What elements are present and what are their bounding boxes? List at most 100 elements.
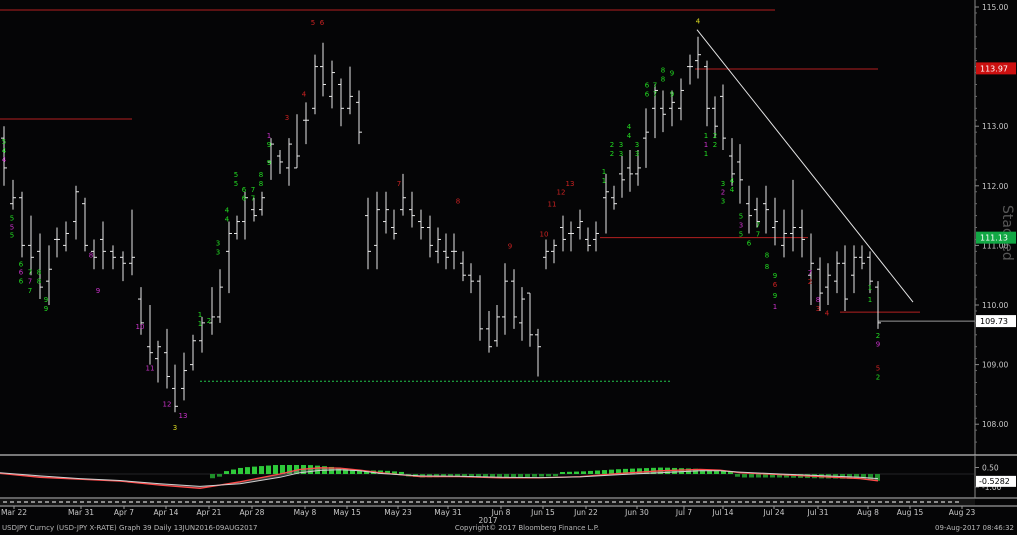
ohlc-bar xyxy=(737,144,743,204)
sequence-count: 7 xyxy=(28,287,32,295)
sequence-count: 3 xyxy=(721,198,725,206)
volume-strip-bar xyxy=(521,501,525,503)
price-tick-label: 113.00 xyxy=(982,122,1008,131)
ohlc-bar xyxy=(619,156,625,198)
sequence-count: 10 xyxy=(540,230,549,238)
macd-histogram-bar xyxy=(259,466,264,474)
volume-strip-bar xyxy=(164,501,168,503)
sequence-count: 1 xyxy=(602,168,606,176)
volume-strip-bar xyxy=(458,501,462,503)
sequence-count: 6 xyxy=(19,260,24,268)
ohlc-bar xyxy=(312,54,318,115)
ohlc-bar xyxy=(234,215,240,240)
volume-strip-bar xyxy=(584,501,588,503)
ohlc-bar xyxy=(54,227,60,258)
volume-strip-bar xyxy=(269,501,273,503)
x-tick-label: Jun 15 xyxy=(530,508,555,517)
ohlc-bar xyxy=(63,221,69,252)
ohlc-bar xyxy=(468,263,474,294)
volume-strip-bar xyxy=(276,501,280,503)
chart-window: { "chart_data": { "type": "ohlc", "price… xyxy=(0,0,1017,535)
volume-strip-bar xyxy=(283,501,287,503)
volume-strip-bar xyxy=(731,501,735,503)
volume-strip-bar xyxy=(647,501,651,503)
volume-strip-bar xyxy=(605,501,609,503)
x-tick-label: Jul 7 xyxy=(675,508,692,517)
volume-strip-bar xyxy=(262,501,266,503)
ohlc-bar xyxy=(164,328,170,389)
volume-strip-bar xyxy=(318,501,322,503)
ohlc-bar xyxy=(155,340,161,383)
ohlc-bar xyxy=(535,328,541,377)
sequence-count: 8 xyxy=(765,263,769,271)
volume-strip-bar xyxy=(346,501,350,503)
sequence-count: 1 xyxy=(868,284,872,292)
volume-strip-bar xyxy=(507,501,511,503)
ohlc-bar xyxy=(37,233,43,300)
volume-strip-bar xyxy=(374,501,378,503)
macd-histogram-bar xyxy=(735,474,740,477)
sequence-count: 6 xyxy=(320,19,325,27)
volume-strip-bar xyxy=(843,501,847,503)
ohlc-bar xyxy=(875,281,881,329)
sequence-count: 4 xyxy=(696,18,701,26)
volume-strip-bar xyxy=(766,501,770,503)
sequence-count: 6 xyxy=(773,281,778,289)
price-tick-label: 109.00 xyxy=(982,361,1008,370)
sequence-count: 11 xyxy=(146,365,155,373)
sequence-count: 5 xyxy=(311,19,315,27)
ohlc-bar xyxy=(627,150,633,192)
volume-strip-bar xyxy=(388,501,392,503)
volume-strip-bar xyxy=(31,501,35,503)
x-tick-label: Mar 22 xyxy=(1,508,27,517)
sequence-count: 8 xyxy=(765,251,769,259)
sequence-count: 12 xyxy=(163,400,172,408)
volume-strip-bar xyxy=(465,501,469,503)
volume-strip-bar xyxy=(430,501,434,503)
ohlc-bar xyxy=(460,251,466,282)
volume-strip-bar xyxy=(829,501,833,503)
volume-strip-bar xyxy=(59,501,63,503)
volume-strip-bar xyxy=(542,501,546,503)
ohlc-bar xyxy=(443,233,449,270)
ohlc-bar xyxy=(409,191,415,228)
sequence-count: 3 xyxy=(619,150,623,158)
ohlc-bar xyxy=(543,239,549,270)
volume-strip-bar xyxy=(808,501,812,503)
macd-histogram-bar xyxy=(518,474,523,478)
sequence-count: 2 xyxy=(207,317,211,325)
sequence-count: 1 xyxy=(773,303,777,311)
sequence-count: 9 xyxy=(876,341,880,349)
volume-strip-bar xyxy=(556,501,560,503)
x-tick-label: May 23 xyxy=(384,508,412,517)
macd-histogram-bar xyxy=(210,474,215,479)
sequence-count: 8 xyxy=(259,171,263,179)
x-tick-label: May 15 xyxy=(333,508,361,517)
macd-histogram-bar xyxy=(742,474,747,478)
volume-strip-bar xyxy=(745,501,749,503)
volume-strip-bar xyxy=(906,501,910,503)
volume-strip-bar xyxy=(724,501,728,503)
volume-strip-bar xyxy=(248,501,252,503)
macd-histogram-bar xyxy=(539,474,544,477)
ohlc-bar xyxy=(435,227,441,264)
sequence-count: 7 xyxy=(28,278,32,286)
volume-strip-bar xyxy=(871,501,875,503)
macd-histogram-bar xyxy=(588,470,593,474)
volume-strip-bar xyxy=(941,501,945,503)
ohlc-bar xyxy=(486,310,492,353)
volume-strip-bar xyxy=(325,501,329,503)
sequence-count: 3 xyxy=(739,222,743,230)
ohlc-bar xyxy=(834,251,840,294)
x-tick-label: Jul 31 xyxy=(807,508,829,517)
sequence-count: 2 xyxy=(721,189,725,197)
volume-strip-bar xyxy=(122,501,126,503)
sequence-count: 5 xyxy=(2,138,6,146)
sequence-count: 5 xyxy=(739,230,743,238)
volume-strip-bar xyxy=(472,501,476,503)
ohlc-bar xyxy=(320,42,326,97)
volume-strip-bar xyxy=(227,501,231,503)
ohlc-bar xyxy=(451,233,457,270)
volume-strip-bar xyxy=(633,501,637,503)
volume-strip-bar xyxy=(157,501,161,503)
